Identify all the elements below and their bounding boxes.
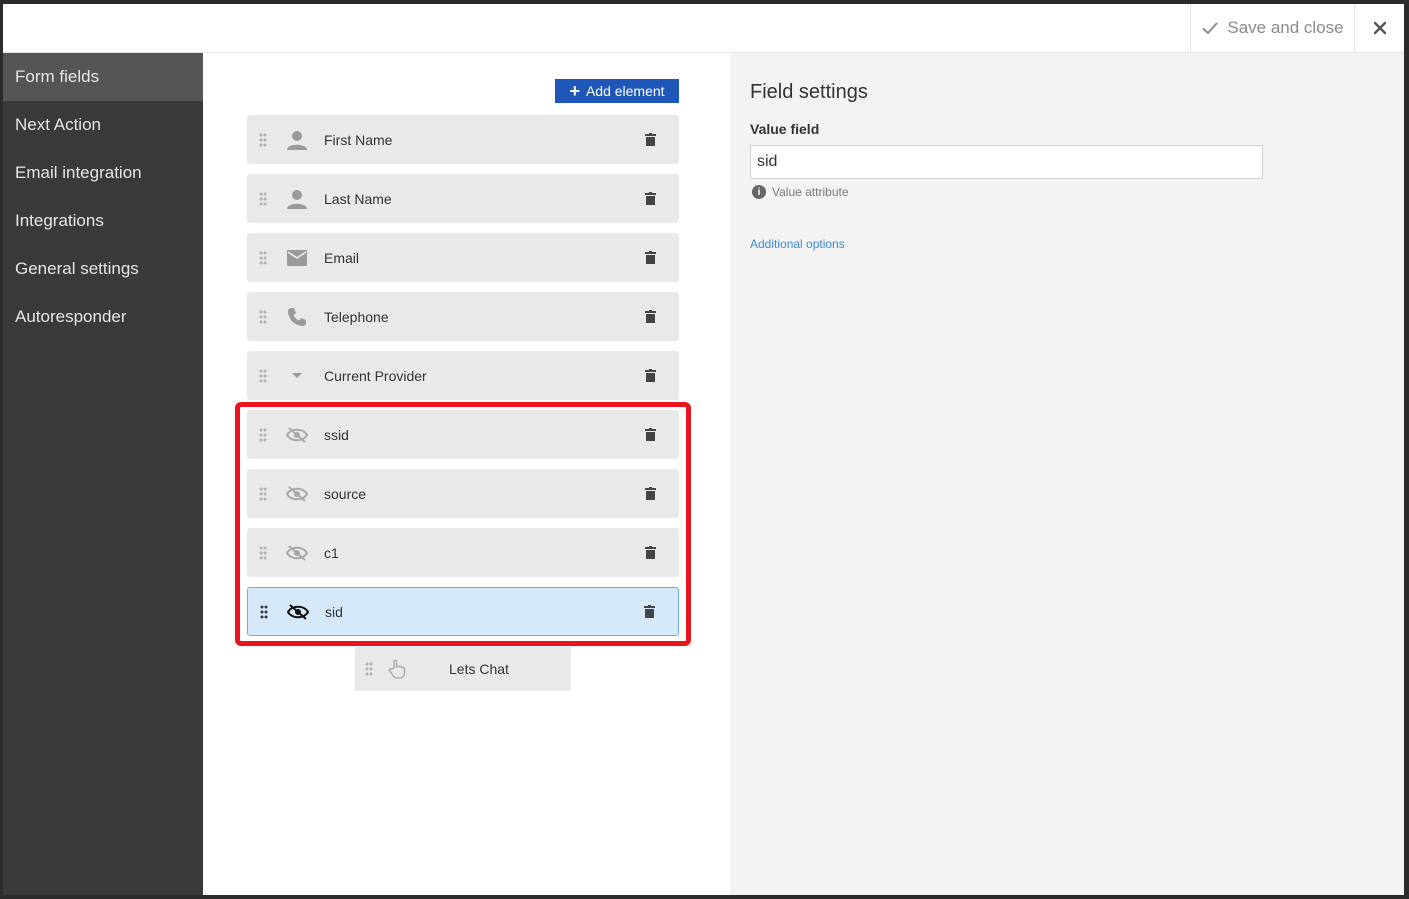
value-field-input[interactable]: [750, 145, 1263, 179]
field-settings-panel: Field settings Value field i Value attri…: [730, 53, 1404, 895]
hand-pointer-icon: [385, 657, 409, 681]
trash-icon[interactable]: [643, 368, 657, 384]
drag-handle-icon[interactable]: [363, 662, 375, 676]
eye-off-icon: [285, 541, 309, 565]
close-button[interactable]: [1355, 4, 1404, 52]
drag-handle-icon[interactable]: [257, 369, 269, 383]
trash-icon[interactable]: [643, 545, 657, 561]
drag-handle-icon[interactable]: [257, 133, 269, 147]
drag-handle-icon[interactable]: [257, 487, 269, 501]
save-and-close-button[interactable]: Save and close: [1190, 4, 1355, 52]
value-field-label: Value field: [750, 121, 820, 137]
close-icon: [1373, 21, 1386, 35]
field-row-telephone[interactable]: Telephone: [247, 292, 679, 341]
top-bar: Save and close: [3, 4, 1404, 53]
field-label: Email: [324, 249, 360, 266]
field-row-source[interactable]: source: [247, 469, 679, 518]
value-attribute-hint: i Value attribute: [752, 185, 849, 199]
eye-off-icon: [285, 482, 309, 506]
trash-icon[interactable]: [643, 191, 657, 207]
field-settings-title: Field settings: [750, 81, 868, 103]
trash-icon[interactable]: [643, 132, 657, 148]
field-row-email[interactable]: Email: [247, 233, 679, 282]
trash-icon[interactable]: [643, 486, 657, 502]
checkmark-icon: [1202, 22, 1219, 35]
field-label: sid: [325, 603, 343, 620]
field-row-sid[interactable]: sid: [247, 587, 679, 636]
field-row-first-name[interactable]: First Name: [247, 115, 679, 164]
eye-off-icon: [285, 423, 309, 447]
form-fields-panel: + Add element First Name Last Name Email…: [203, 53, 730, 895]
trash-icon[interactable]: [642, 604, 656, 620]
sidebar-item-autoresponder[interactable]: Autoresponder: [3, 293, 203, 341]
sidebar-item-form-fields[interactable]: Form fields: [3, 53, 203, 101]
field-row-ssid[interactable]: ssid: [247, 410, 679, 459]
info-icon: i: [752, 185, 766, 199]
field-label: Last Name: [324, 190, 392, 207]
eye-off-icon: [286, 600, 310, 624]
field-row-current-provider[interactable]: Current Provider: [247, 351, 679, 400]
add-element-label: Add element: [585, 83, 665, 99]
drag-handle-icon[interactable]: [257, 310, 269, 324]
drag-handle-icon[interactable]: [257, 192, 269, 206]
sidebar-item-integrations[interactable]: Integrations: [3, 197, 203, 245]
envelope-icon: [285, 246, 309, 270]
additional-options-link[interactable]: Additional options: [750, 237, 845, 251]
sidebar: Form fields Next Action Email integratio…: [3, 53, 203, 895]
drag-handle-icon[interactable]: [257, 546, 269, 560]
sidebar-item-email-integration[interactable]: Email integration: [3, 149, 203, 197]
hint-text: Value attribute: [772, 185, 849, 199]
trash-icon[interactable]: [643, 427, 657, 443]
field-label: Current Provider: [324, 367, 427, 384]
trash-icon[interactable]: [643, 309, 657, 325]
add-element-button[interactable]: + Add element: [555, 79, 679, 103]
phone-icon: [285, 305, 309, 329]
form-editor-modal: Save and close Form fields Next Action E…: [3, 4, 1404, 895]
submit-button-element[interactable]: Lets Chat: [355, 647, 571, 691]
drag-handle-icon[interactable]: [257, 428, 269, 442]
field-row-last-name[interactable]: Last Name: [247, 174, 679, 223]
save-and-close-label: Save and close: [1227, 18, 1344, 37]
field-label: source: [324, 485, 367, 502]
submit-button-label: Lets Chat: [449, 661, 509, 677]
dropdown-arrow-icon: [285, 364, 309, 388]
person-icon: [285, 128, 309, 152]
field-label: First Name: [324, 131, 393, 148]
drag-handle-icon[interactable]: [257, 251, 269, 265]
sidebar-item-general-settings[interactable]: General settings: [3, 245, 203, 293]
field-label: Telephone: [324, 308, 389, 325]
drag-handle-icon[interactable]: [258, 605, 270, 619]
sidebar-item-next-action[interactable]: Next Action: [3, 101, 203, 149]
field-label: c1: [324, 544, 339, 561]
trash-icon[interactable]: [643, 250, 657, 266]
field-row-c1[interactable]: c1: [247, 528, 679, 577]
person-icon: [285, 187, 309, 211]
plus-icon: +: [569, 81, 580, 101]
field-label: ssid: [324, 426, 349, 443]
